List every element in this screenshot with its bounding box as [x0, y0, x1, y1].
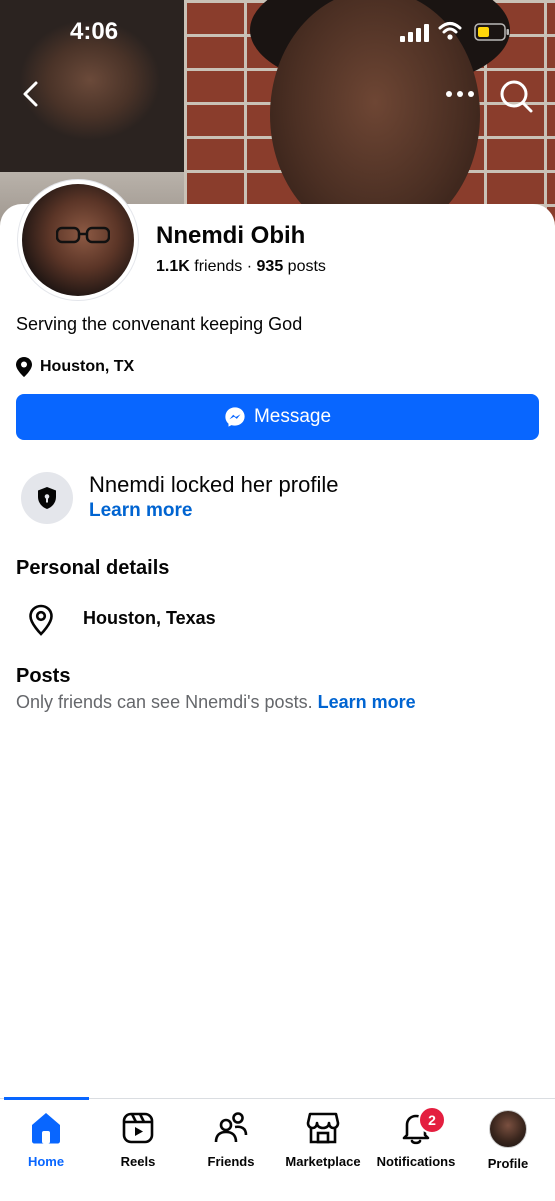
tab-marketplace[interactable]: Marketplace — [278, 1110, 368, 1169]
personal-details-heading: Personal details — [16, 557, 170, 579]
tab-notifications-label: Notifications — [376, 1154, 456, 1169]
avatar-glasses-detail — [56, 226, 110, 244]
status-time: 4:06 — [70, 18, 119, 45]
tab-reels[interactable]: Reels — [93, 1110, 183, 1169]
detail-location-text: Houston, Texas — [83, 608, 216, 628]
locked-learn-more-link[interactable]: Learn more — [89, 500, 192, 522]
search-icon[interactable] — [498, 78, 534, 114]
stats-separator: · — [246, 258, 253, 275]
active-tab-indicator — [4, 1097, 89, 1100]
profile-avatar[interactable] — [22, 184, 134, 296]
posts-count: 935 — [256, 258, 284, 275]
tab-friends[interactable]: Friends — [186, 1110, 276, 1169]
back-arrow-icon[interactable] — [16, 78, 48, 110]
profile-name: Nnemdi Obih — [156, 222, 306, 249]
tab-home[interactable]: Home — [1, 1110, 91, 1169]
more-options-icon[interactable] — [444, 84, 476, 104]
tab-marketplace-label: Marketplace — [285, 1154, 361, 1169]
tab-notifications[interactable]: Notifications — [371, 1110, 461, 1169]
shield-lock-icon — [38, 487, 56, 509]
message-button-label: Message — [253, 406, 332, 427]
tab-friends-label: Friends — [207, 1154, 255, 1169]
status-bar: 4:06 — [0, 0, 555, 66]
profile-stats: 1.1K friends · 935 posts — [156, 258, 326, 276]
tab-home-label: Home — [27, 1154, 65, 1169]
messenger-icon — [225, 407, 245, 427]
friends-count[interactable]: 1.1K — [156, 258, 190, 275]
notification-count-badge: 2 — [418, 1106, 446, 1134]
posts-heading: Posts — [16, 665, 71, 687]
posts-privacy-note: Only friends can see Nnemdi's posts. Lea… — [16, 692, 416, 713]
posts-label: posts — [287, 258, 326, 275]
locked-profile-title: Nnemdi locked her profile — [89, 472, 339, 497]
profile-location: Houston, TX — [16, 356, 134, 378]
tab-profile-label: Profile — [487, 1156, 529, 1171]
location-pin-icon — [16, 357, 32, 377]
profile-card — [0, 204, 555, 1104]
detail-location-row: Houston, Texas — [26, 604, 216, 636]
posts-note-text: Only friends can see Nnemdi's posts. — [16, 692, 313, 712]
reels-icon — [122, 1112, 154, 1144]
profile-bio: Serving the convenant keeping God — [16, 314, 303, 334]
cellular-signal-icon — [400, 24, 429, 42]
battery-icon — [474, 23, 509, 41]
profile-avatar-icon — [489, 1110, 527, 1148]
lock-badge — [21, 472, 73, 524]
tab-profile[interactable]: Profile — [463, 1110, 553, 1171]
posts-learn-more-link[interactable]: Learn more — [318, 692, 416, 712]
home-icon — [32, 1113, 60, 1144]
tab-reels-label: Reels — [120, 1154, 156, 1169]
marketplace-icon — [306, 1112, 340, 1144]
location-text: Houston, TX — [40, 358, 135, 375]
friends-label[interactable]: friends — [194, 258, 242, 275]
message-button[interactable]: Message — [16, 394, 539, 440]
location-outline-icon — [29, 604, 53, 636]
wifi-icon — [438, 22, 462, 40]
friends-icon — [214, 1112, 248, 1143]
